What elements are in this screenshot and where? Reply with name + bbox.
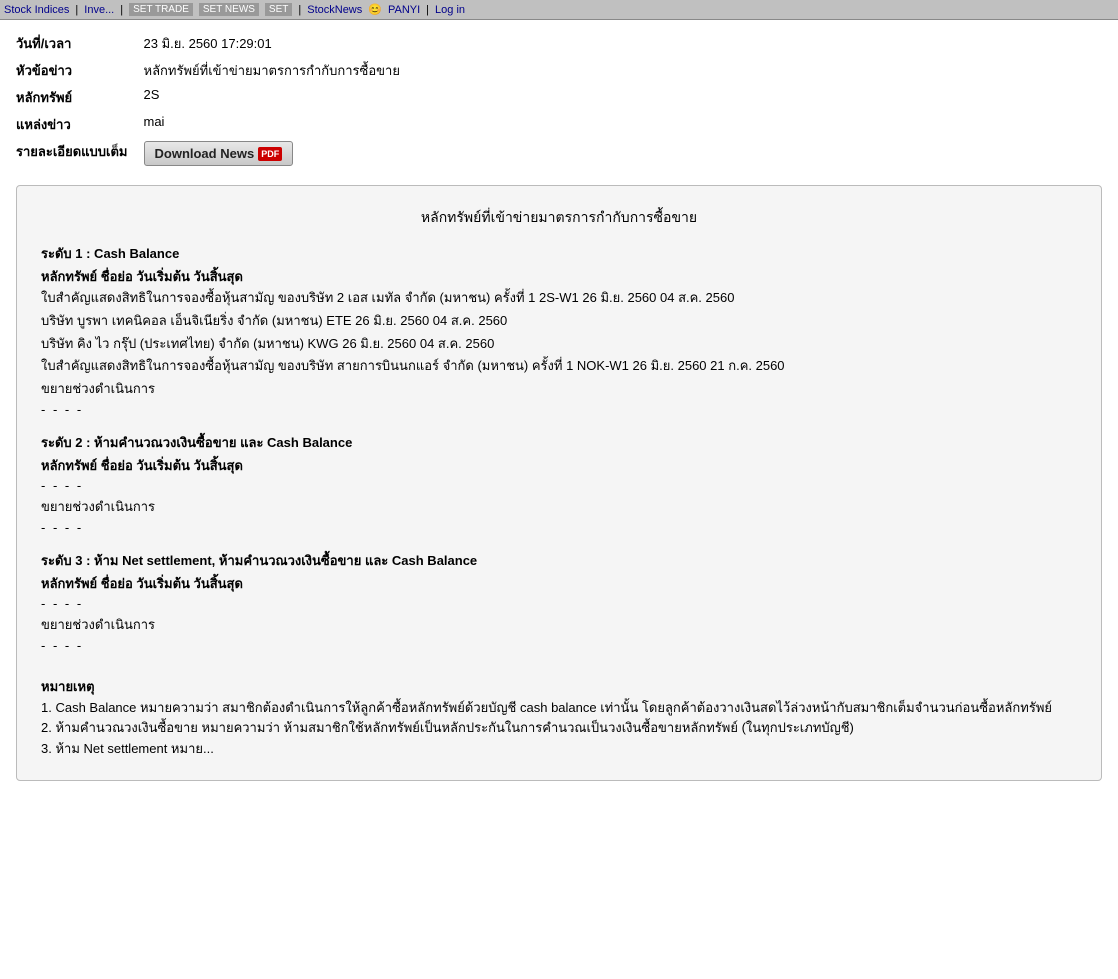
download-news-label: Download News [155,146,255,161]
section3-dashes2: - - - - [41,636,1077,657]
section1: ระดับ 1 : Cash Balance หลักทรัพย์ ชื่อย่… [41,244,1077,420]
headline-value: หลักทรัพย์ที่เข้าข่ายมาตรการกำกับการซื้อ… [144,57,408,84]
box-title: หลักทรัพย์ที่เข้าข่ายมาตรการกำกับการซื้อ… [41,206,1077,228]
nav-panyi[interactable]: PANYI [388,4,420,16]
note3: 3. ห้าม Net settlement หมาย... [41,739,1077,760]
note-section: หมายเหตุ 1. Cash Balance หมายความว่า สมา… [41,677,1077,760]
note1: 1. Cash Balance หมายความว่า สมาชิกต้องดำ… [41,698,1077,719]
section2: ระดับ 2 : ห้ามคำนวณวงเงินซื้อขาย และ Cas… [41,433,1077,539]
section1-cols: หลักทรัพย์ ชื่อย่อ วันเริ่มต้น วันสิ้นสุ… [41,267,1077,288]
nav-set-trade[interactable]: SET TRADE [129,3,193,16]
nav-stock-indices[interactable]: Stock Indices [4,4,69,16]
nav-stocknews[interactable]: StockNews [307,4,362,16]
download-news-button[interactable]: Download News PDF [144,141,294,166]
section1-dashes: - - - - [41,400,1077,421]
section1-title: ระดับ 1 : Cash Balance [41,244,1077,265]
nav-login[interactable]: Log in [435,4,465,16]
section1-line2: บริษัท บูรพา เทคนิคอล เอ็นจิเนียริ่ง จำก… [41,311,1077,332]
top-bar: Stock Indices | Inve... | SET TRADE SET … [0,0,1118,20]
section2-dashes: - - - - [41,476,1077,497]
section3: ระดับ 3 : ห้าม Net settlement, ห้ามคำนวณ… [41,551,1077,657]
section3-title: ระดับ 3 : ห้าม Net settlement, ห้ามคำนวณ… [41,551,1077,572]
section2-title: ระดับ 2 : ห้ามคำนวณวงเงินซื้อขาย และ Cas… [41,433,1077,454]
nav-inve[interactable]: Inve... [84,4,114,16]
section2-expand: ขยายช่วงดำเนินการ [41,497,1077,518]
security-label: หลักทรัพย์ [16,84,144,111]
info-table: วันที่/เวลา 23 มิ.ย. 2560 17:29:01 หัวข้… [16,30,408,169]
date-label: วันที่/เวลา [16,30,144,57]
pdf-icon: PDF [258,147,282,161]
section1-line3: บริษัท คิง ไว กรุ๊ป (ประเทศไทย) จำกัด (ม… [41,334,1077,355]
section1-expand: ขยายช่วงดำเนินการ [41,379,1077,400]
section2-cols: หลักทรัพย์ ชื่อย่อ วันเริ่มต้น วันสิ้นสุ… [41,456,1077,477]
detail-value: Download News PDF [144,138,408,169]
note2: 2. ห้ามคำนวณวงเงินซื้อขาย หมายความว่า ห้… [41,718,1077,739]
source-label: แหล่งข่าว [16,111,144,138]
nav-set-news[interactable]: SET NEWS [199,3,259,16]
nav-set[interactable]: SET [265,3,292,16]
note-title: หมายเหตุ [41,677,1077,698]
headline-label: หัวข้อข่าว [16,57,144,84]
section3-cols: หลักทรัพย์ ชื่อย่อ วันเริ่มต้น วันสิ้นสุ… [41,574,1077,595]
date-value: 23 มิ.ย. 2560 17:29:01 [144,30,408,57]
section1-line4: ใบสำคัญแสดงสิทธิในการจองซื้อหุ้นสามัญ ขอ… [41,356,1077,377]
section3-expand: ขยายช่วงดำเนินการ [41,615,1077,636]
security-value: 2S [144,84,408,111]
section2-dashes2: - - - - [41,518,1077,539]
section3-dashes: - - - - [41,594,1077,615]
section1-line1: ใบสำคัญแสดงสิทธิในการจองซื้อหุ้นสามัญ ขอ… [41,288,1077,309]
content-area: วันที่/เวลา 23 มิ.ย. 2560 17:29:01 หัวข้… [0,20,1118,979]
source-value: mai [144,111,408,138]
detail-label: รายละเอียดแบบเต็ม [16,138,144,169]
main-content-box: หลักทรัพย์ที่เข้าข่ายมาตรการกำกับการซื้อ… [16,185,1102,781]
